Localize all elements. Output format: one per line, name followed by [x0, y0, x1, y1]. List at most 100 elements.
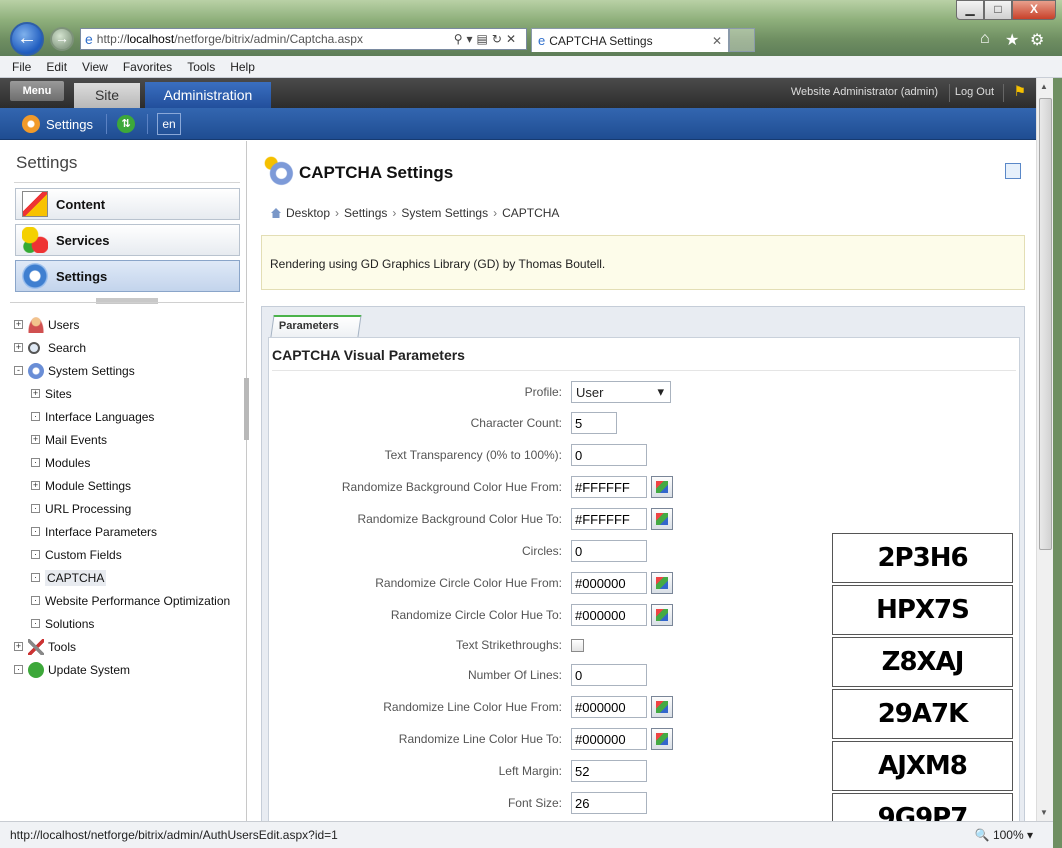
menu-help[interactable]: Help [230, 60, 255, 74]
help-link-icon[interactable] [1005, 163, 1021, 179]
pin-icon[interactable]: ⚑ [1013, 83, 1026, 100]
field-label: Number Of Lines: [467, 668, 562, 682]
expand-icon[interactable]: + [14, 642, 23, 651]
favorites-star-icon[interactable]: ★ [1005, 30, 1019, 50]
color-picker-button[interactable] [651, 508, 673, 530]
circle-hue-to-input[interactable] [571, 604, 647, 626]
toolbar-settings-button[interactable]: Settings [22, 115, 93, 133]
site-tab[interactable]: Site [74, 83, 140, 108]
menu-favorites[interactable]: Favorites [123, 60, 172, 74]
expand-icon[interactable]: + [31, 389, 40, 398]
forward-button[interactable]: → [50, 27, 74, 51]
breadcrumb-settings[interactable]: Settings [344, 206, 387, 220]
browser-tab[interactable]: e CAPTCHA Settings ✕ [531, 28, 729, 52]
address-tools-icons[interactable]: ⚲▾▤↻✕ [454, 32, 526, 46]
color-picker-button[interactable] [651, 476, 673, 498]
update-icon[interactable]: ⇅ [117, 115, 135, 133]
breadcrumb-desktop[interactable]: Desktop [286, 206, 330, 220]
tree-item-solutions[interactable]: · Solutions [14, 612, 230, 635]
breadcrumb-system-settings[interactable]: System Settings [401, 206, 488, 220]
sidebar-button-content[interactable]: Content [15, 188, 240, 220]
leaf-icon: · [31, 596, 40, 605]
separator [949, 84, 950, 102]
browser-statusbar: http://localhost/netforge/bitrix/admin/A… [0, 821, 1053, 848]
color-picker-button[interactable] [651, 696, 673, 718]
menu-edit[interactable]: Edit [46, 60, 67, 74]
tree-item-custom-fields[interactable]: · Custom Fields [14, 543, 230, 566]
scroll-down-icon[interactable]: ▼ [1040, 808, 1048, 817]
language-switch[interactable]: en [157, 113, 181, 135]
bg-hue-from-input[interactable] [571, 476, 647, 498]
tree-item-search[interactable]: + Search [14, 336, 230, 359]
expand-icon[interactable]: + [31, 435, 40, 444]
scrollbar-thumb[interactable] [1039, 98, 1052, 550]
admin-menu-button[interactable]: Menu [10, 81, 64, 101]
scroll-up-icon[interactable]: ▲ [1040, 82, 1048, 91]
circle-hue-from-input[interactable] [571, 572, 647, 594]
character-count-input[interactable] [571, 412, 617, 434]
tree-item-tools[interactable]: + Tools [14, 635, 230, 658]
settings-gear-icon [22, 115, 40, 133]
minimize-button[interactable]: ▁ [956, 0, 984, 20]
menu-file[interactable]: File [12, 60, 31, 74]
maximize-button[interactable]: □ [984, 0, 1012, 20]
tab-title: CAPTCHA Settings [549, 33, 653, 48]
tree-item-update-system[interactable]: · Update System [14, 658, 230, 681]
tree-item-modules[interactable]: · Modules [14, 451, 230, 474]
back-button[interactable]: ← [10, 22, 44, 56]
breadcrumb: Desktop › Settings › System Settings › C… [271, 206, 559, 220]
tree-item-users[interactable]: + Users [14, 313, 230, 336]
menu-view[interactable]: View [82, 60, 108, 74]
address-bar[interactable]: e http://localhost/netforge/bitrix/admin… [80, 28, 527, 50]
color-picker-button[interactable] [651, 572, 673, 594]
tree-item-interface-parameters[interactable]: · Interface Parameters [14, 520, 230, 543]
sidebar-button-label: Content [56, 196, 106, 212]
font-size-input[interactable] [571, 792, 647, 814]
tree-item-sites[interactable]: + Sites [14, 382, 230, 405]
page-scrollbar[interactable]: ▲ ▼ [1036, 78, 1053, 821]
expand-icon[interactable]: + [14, 320, 23, 329]
color-picker-button[interactable] [651, 604, 673, 626]
tree-item-module-settings[interactable]: + Module Settings [14, 474, 230, 497]
close-window-button[interactable]: X [1012, 0, 1056, 20]
zoom-control[interactable]: 🔍 100% ▾ [975, 828, 1033, 842]
tree-item-captcha[interactable]: · CAPTCHA [14, 566, 230, 589]
close-tab-icon[interactable]: ✕ [712, 34, 728, 48]
address-url[interactable]: http://localhost/netforge/bitrix/admin/C… [97, 32, 454, 46]
profile-select[interactable]: User ▾ [571, 381, 671, 403]
expand-icon[interactable]: + [31, 481, 40, 490]
current-user[interactable]: Website Administrator (admin) [791, 86, 938, 98]
tree-item-website-performance[interactable]: · Website Performance Optimization [14, 589, 230, 612]
sidebar-button-services[interactable]: Services [15, 224, 240, 256]
circles-input[interactable] [571, 540, 647, 562]
field-label: Text Transparency (0% to 100%): [384, 448, 562, 462]
tree-item-url-processing[interactable]: · URL Processing [14, 497, 230, 520]
tree-item-system-settings[interactable]: - System Settings [14, 359, 230, 382]
row-circle-hue-from: Randomize Circle Color Hue From: [269, 570, 829, 596]
sidebar-collapse-handle[interactable] [96, 298, 158, 304]
administration-tab[interactable]: Administration [145, 82, 271, 108]
line-hue-from-input[interactable] [571, 696, 647, 718]
text-transparency-input[interactable] [571, 444, 647, 466]
bg-hue-to-input[interactable] [571, 508, 647, 530]
line-hue-to-input[interactable] [571, 728, 647, 750]
tree-item-interface-languages[interactable]: · Interface Languages [14, 405, 230, 428]
color-picker-button[interactable] [651, 728, 673, 750]
home-icon[interactable]: ⌂ [980, 30, 990, 48]
text-strikethroughs-checkbox[interactable] [571, 638, 584, 652]
gear-icon[interactable]: ⚙ [1030, 30, 1044, 50]
menu-tools[interactable]: Tools [187, 60, 215, 74]
tree-item-mail-events[interactable]: + Mail Events [14, 428, 230, 451]
color-picker-icon [656, 609, 668, 621]
field-label: Randomize Line Color Hue From: [383, 700, 562, 714]
new-tab-button[interactable] [729, 28, 755, 52]
number-of-lines-input[interactable] [571, 664, 647, 686]
logout-link[interactable]: Log Out [955, 86, 994, 98]
sidebar-button-settings[interactable]: Settings [15, 260, 240, 292]
separator [1003, 84, 1004, 102]
tab-parameters[interactable]: Parameters [270, 315, 362, 337]
collapse-icon[interactable]: - [14, 366, 23, 375]
browser-titlebar: ▁ □ X ← → e http://localhost/netforge/bi… [0, 0, 1062, 56]
left-margin-input[interactable] [571, 760, 647, 782]
expand-icon[interactable]: + [14, 343, 23, 352]
